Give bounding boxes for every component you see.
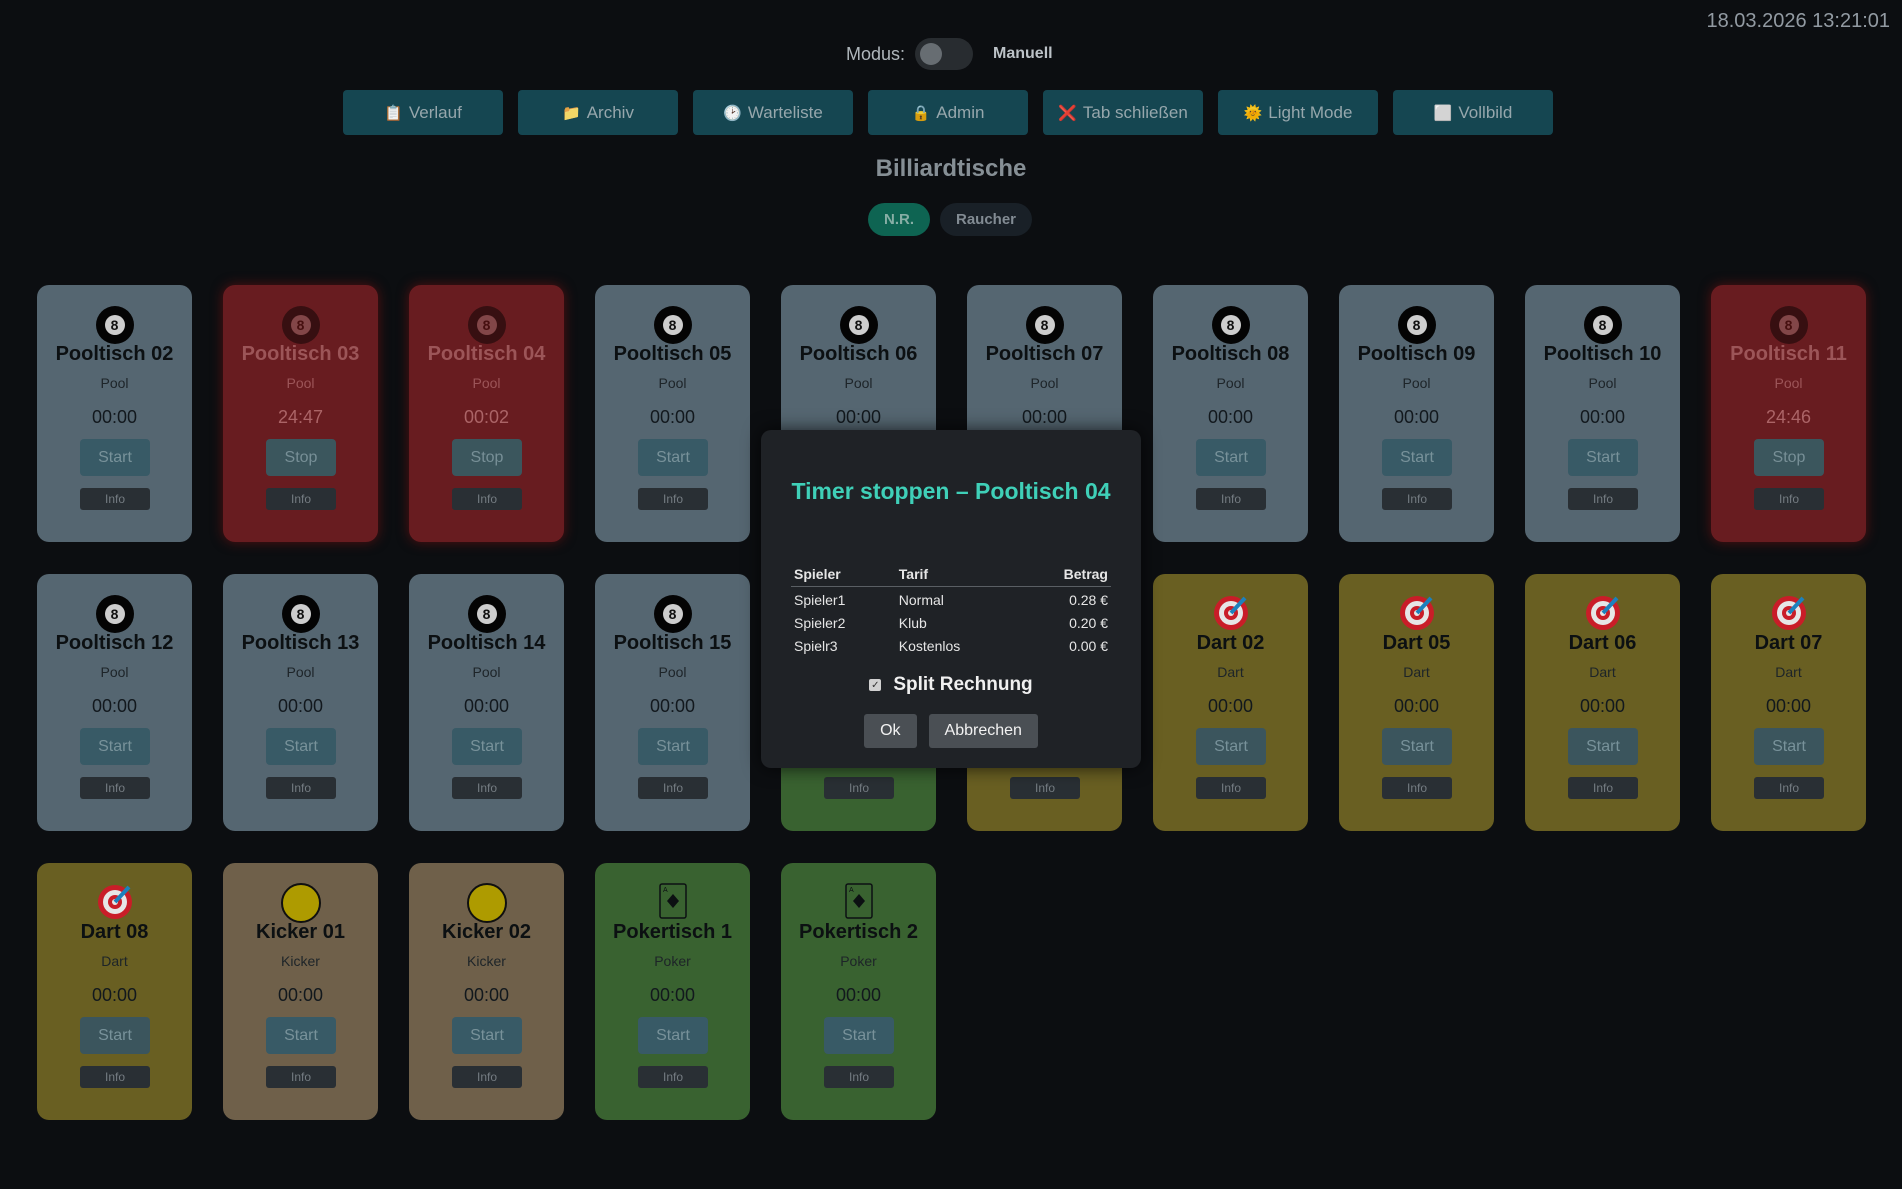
- table-row: Spieler1 Normal 0.28 €: [791, 587, 1111, 611]
- player-tarif: Kostenlos: [898, 638, 961, 654]
- col-spieler: Spieler: [791, 564, 896, 587]
- player-tarif: Normal: [898, 592, 944, 608]
- player-table: Spieler Tarif Betrag Spieler1 Normal 0.2…: [791, 564, 1111, 656]
- player-name: Spieler2: [794, 615, 846, 631]
- table-row: Spieler2 Klub 0.20 €: [791, 610, 1111, 633]
- split-bill-label: Split Rechnung: [893, 674, 1033, 695]
- split-bill-row: ✓ Split Rechnung: [761, 674, 1141, 696]
- ok-button[interactable]: Ok: [864, 714, 917, 748]
- player-amount: 0.00 €: [1069, 638, 1108, 654]
- dialog-title: Timer stoppen – Pooltisch 04: [791, 478, 1111, 504]
- split-bill-checkbox[interactable]: ✓: [869, 679, 882, 691]
- cancel-button[interactable]: Abbrechen: [928, 714, 1038, 748]
- col-tarif: Tarif: [895, 564, 1020, 587]
- player-name: Spielr3: [794, 638, 838, 654]
- player-table-header: Spieler Tarif Betrag: [791, 564, 1111, 587]
- player-amount: 0.20 €: [1069, 615, 1108, 631]
- stop-timer-dialog: Timer stoppen – Pooltisch 04 Spieler Tar…: [761, 430, 1141, 768]
- player-tarif: Klub: [898, 615, 927, 631]
- player-amount: 0.28 €: [1069, 592, 1108, 608]
- dialog-buttons: Ok Abbrechen: [761, 714, 1141, 748]
- player-name: Spieler1: [794, 592, 846, 608]
- table-row: Spielr3 Kostenlos 0.00 €: [791, 633, 1111, 656]
- col-betrag: Betrag: [1019, 564, 1111, 587]
